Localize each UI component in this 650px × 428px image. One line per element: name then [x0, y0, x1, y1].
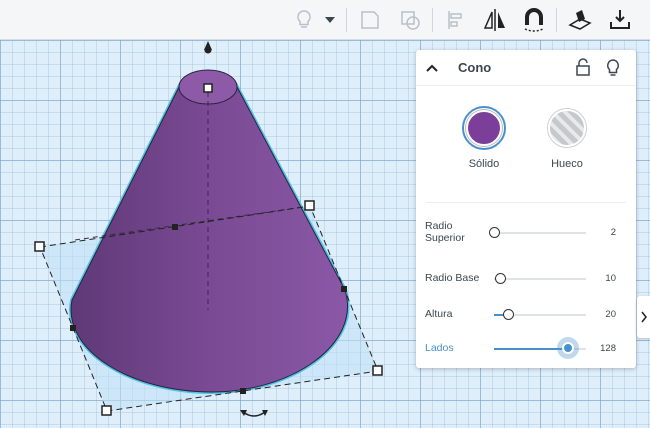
panel-header: Cono [416, 50, 636, 86]
cone-body[interactable] [70, 73, 348, 393]
solid-label: Sólido [468, 158, 500, 170]
panel-title: Cono [458, 60, 492, 75]
side-handle-right[interactable] [341, 286, 347, 292]
slider-knob[interactable] [502, 309, 514, 320]
dropdown-arrow-icon[interactable] [320, 4, 340, 36]
resize-handle-back-right[interactable] [304, 200, 315, 211]
property-value-1[interactable]: 10 [586, 273, 616, 284]
lightbulb-icon[interactable] [604, 58, 622, 78]
property-label-1: Radio Base [425, 272, 480, 284]
resize-handle-top[interactable] [203, 83, 213, 93]
property-label-0: Radio Superior [425, 220, 465, 244]
property-slider-3[interactable] [494, 342, 586, 354]
property-value-0[interactable]: 2 [586, 227, 616, 238]
ruler-drop-icon[interactable] [604, 4, 636, 36]
align-icon[interactable] [440, 4, 472, 36]
resize-handle-front-left[interactable] [101, 405, 112, 416]
lightbulb-icon[interactable] [288, 4, 320, 36]
property-label-3: Lados [425, 342, 454, 354]
solid-swatch-button[interactable] [462, 106, 506, 150]
slider-knob[interactable] [489, 227, 500, 238]
mirror-icon[interactable] [479, 4, 511, 36]
side-handle-front[interactable] [240, 388, 246, 394]
solid-color-swatch [466, 110, 502, 146]
hole-swatch-button[interactable] [545, 106, 589, 150]
property-slider-2[interactable] [494, 309, 586, 320]
slider-knob[interactable] [561, 342, 574, 354]
property-value-2[interactable]: 20 [586, 309, 616, 320]
magnet-icon[interactable] [518, 4, 550, 36]
side-handle-left[interactable] [70, 325, 76, 331]
property-value-3[interactable]: 128 [586, 343, 616, 354]
workplane-icon[interactable] [564, 4, 596, 36]
hole-label: Hueco [551, 158, 583, 170]
chevron-up-icon[interactable] [424, 60, 440, 76]
slider-fill [494, 348, 568, 350]
toolbar [0, 0, 650, 40]
ungroup-icon[interactable] [394, 4, 426, 36]
resize-handle-back-left[interactable] [34, 241, 45, 252]
rotate-arrow-icon[interactable] [242, 411, 266, 417]
shape-inspector-panel: Cono Sólido Hueco Radio Superior 2 Radio Ba… [416, 50, 636, 368]
slider-knob[interactable] [495, 273, 507, 284]
property-slider-0[interactable] [489, 227, 586, 238]
hole-striped-swatch [548, 109, 586, 147]
lock-icon[interactable] [574, 58, 592, 78]
center-handle[interactable] [172, 224, 178, 230]
resize-handle-front-right[interactable] [372, 365, 383, 376]
property-slider-1[interactable] [494, 273, 586, 284]
chevron-right-icon [640, 311, 647, 323]
group-icon[interactable] [354, 4, 386, 36]
property-label-2: Altura [425, 308, 453, 320]
side-panel-toggle[interactable] [637, 296, 650, 338]
